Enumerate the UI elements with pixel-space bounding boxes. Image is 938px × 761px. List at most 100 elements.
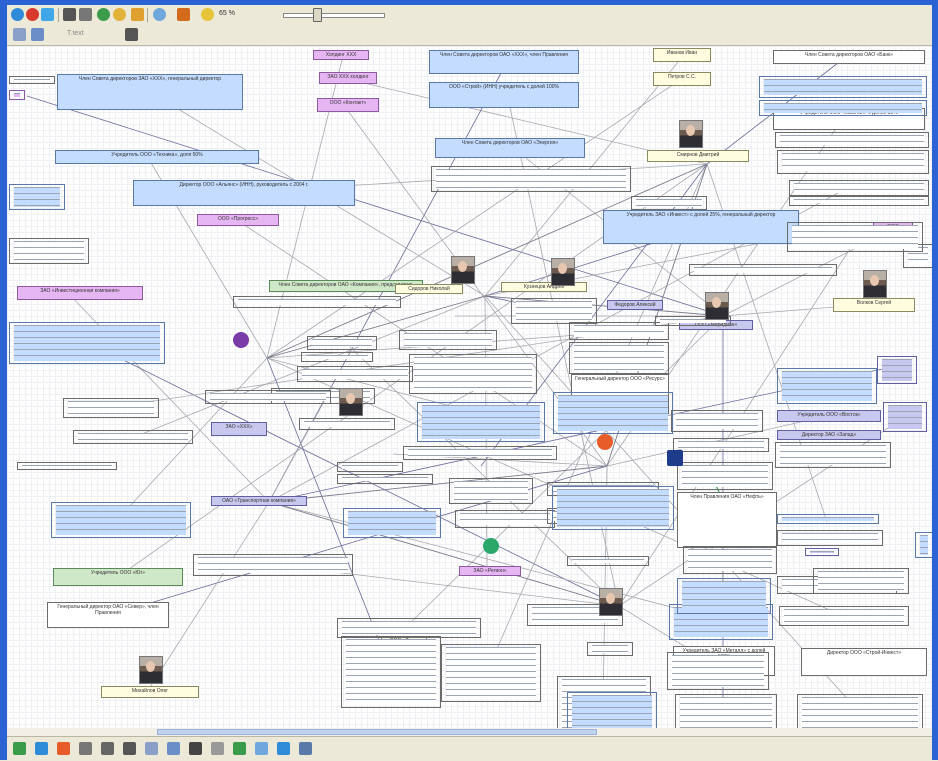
graph-node[interactable] — [441, 644, 541, 702]
refresh-icon[interactable] — [153, 8, 166, 21]
node-top-yellow-1[interactable]: Иванов Иван — [653, 48, 711, 62]
graph-node[interactable] — [299, 418, 395, 430]
node-bottom-white-1[interactable]: Генеральный директор ОАО «Север», член П… — [47, 602, 169, 628]
close-icon[interactable] — [26, 8, 39, 21]
graph-node[interactable] — [789, 180, 929, 196]
node-left-lav-1[interactable]: ЗАО «ХХХ» — [211, 422, 267, 436]
node-right-yellow-1[interactable]: Смирнов Дмитрий — [647, 150, 749, 162]
graph-node[interactable] — [567, 556, 649, 566]
add-link-icon[interactable] — [35, 742, 48, 755]
company-logo-icon[interactable] — [597, 434, 613, 450]
binoculars-icon[interactable] — [63, 8, 76, 21]
graph-node[interactable] — [671, 410, 763, 432]
grid-icon[interactable] — [211, 742, 224, 755]
graph-node[interactable] — [337, 618, 481, 638]
graph-node[interactable] — [569, 322, 669, 340]
zoom-level[interactable]: 65 % — [219, 10, 235, 17]
graph-node[interactable] — [17, 462, 117, 470]
graph-node[interactable] — [915, 532, 932, 558]
person-photo[interactable] — [451, 256, 475, 284]
globe-icon[interactable] — [97, 8, 110, 21]
person-photo[interactable] — [551, 258, 575, 286]
graph-node[interactable] — [789, 196, 929, 206]
node-right-lav-1[interactable]: Учредитель ООО «Восток» — [777, 410, 881, 422]
graph-node[interactable] — [233, 296, 401, 308]
graph-node[interactable] — [775, 442, 891, 468]
graph-node[interactable] — [51, 502, 191, 538]
node-top-purple-3[interactable]: ООО «Контакт» — [317, 98, 379, 112]
layout-icon[interactable] — [13, 28, 26, 41]
person-photo[interactable] — [705, 292, 729, 320]
node-left-blue-2[interactable]: Учредитель ООО «Техника», доля 50% — [55, 150, 259, 164]
person-photo[interactable] — [679, 120, 703, 148]
tree-icon[interactable] — [31, 28, 44, 41]
magnify-icon[interactable] — [79, 8, 92, 21]
graph-node[interactable] — [193, 554, 353, 576]
node-top-blue-3[interactable]: Член Совета директоров ОАО «Энергия» — [435, 138, 585, 158]
graph-node[interactable] — [677, 578, 771, 614]
node-left-blue-1[interactable]: Член Совета директоров ЗАО «ХХХ», генера… — [57, 74, 243, 110]
person-photo[interactable] — [139, 656, 163, 684]
graph-node[interactable] — [787, 222, 923, 252]
graph-node[interactable] — [569, 342, 669, 374]
graph-node[interactable] — [587, 642, 633, 656]
graph-node[interactable] — [307, 336, 377, 350]
graph-node[interactable] — [449, 478, 533, 504]
graph-node[interactable] — [553, 392, 673, 434]
graph-node[interactable] — [417, 402, 545, 442]
graph-node[interactable] — [667, 652, 769, 690]
node-bottom-yellow-1[interactable]: Михайлов Олег — [101, 686, 199, 698]
node-left-lav-2[interactable]: ОАО «Транспортная компания» — [211, 496, 307, 506]
graph-node[interactable] — [777, 150, 929, 174]
graph-node[interactable] — [301, 352, 373, 362]
graph-node[interactable] — [205, 390, 331, 404]
node-center-blue-1[interactable]: Директор ООО «Альянс» (ИНН), руководител… — [133, 180, 355, 206]
add-node-icon[interactable] — [13, 742, 26, 755]
tree-icon[interactable] — [277, 742, 290, 755]
table-icon[interactable] — [123, 742, 136, 755]
graph-node[interactable] — [431, 166, 631, 192]
hierarchy-icon[interactable] — [125, 28, 138, 41]
node-right-yellow-2[interactable]: Волков Сергей — [833, 298, 915, 312]
graph-node[interactable] — [341, 636, 441, 708]
graph-node[interactable] — [631, 196, 707, 210]
gear-icon[interactable] — [131, 8, 144, 21]
node-center-yellow-1[interactable]: Сидоров Николай — [395, 284, 463, 294]
graph-node[interactable] — [777, 514, 879, 524]
star-icon[interactable] — [113, 8, 126, 21]
node-right-white-1[interactable]: Член Совета директоров ОАО «Банк» — [773, 50, 925, 64]
graph-node[interactable] — [63, 398, 159, 418]
zoom-icon[interactable] — [201, 8, 214, 21]
node-center-lav-2[interactable]: Федоров Алексей — [607, 300, 663, 310]
graph-node[interactable] — [689, 264, 837, 276]
graph-node[interactable] — [455, 510, 555, 528]
horizontal-scrollbar[interactable] — [7, 728, 932, 736]
person-photo[interactable] — [339, 388, 363, 416]
text-tool-label[interactable]: Т.text — [67, 30, 84, 37]
graph-node[interactable] — [805, 548, 839, 556]
graph-node[interactable] — [883, 402, 927, 432]
layout-icon[interactable] — [299, 742, 312, 755]
node-right-lav-2[interactable]: Директор ЗАО «Запад» — [777, 430, 881, 440]
company-logo-icon[interactable] — [483, 538, 499, 554]
chart-icon[interactable] — [145, 742, 158, 755]
graph-node[interactable] — [759, 100, 927, 116]
open-icon[interactable] — [11, 8, 24, 21]
graph-node[interactable] — [9, 76, 55, 84]
graph-node[interactable] — [409, 354, 537, 394]
node-center-purple-1[interactable]: ООО «Прогресс» — [197, 214, 279, 226]
graph-node[interactable] — [877, 356, 917, 384]
node-mid-white-4[interactable]: Директор ООО «Строй-Инвест» — [801, 648, 927, 676]
node-mid-white-2[interactable]: Член Правления ОАО «Нефть» — [677, 492, 777, 548]
copy-icon[interactable] — [79, 742, 92, 755]
graph-node[interactable] — [9, 322, 165, 364]
graph-node[interactable] — [777, 368, 877, 404]
graph-node[interactable] — [399, 330, 497, 350]
graph-node[interactable] — [337, 474, 433, 484]
node-right-blue-1[interactable]: Учредитель ЗАО «Инвест» с долей 25%, ген… — [603, 210, 799, 244]
new-icon[interactable] — [41, 8, 54, 21]
node-top-blue-2[interactable]: ООО «Строй» (ИНН) учредитель с долей 100… — [429, 82, 579, 108]
wand-icon[interactable] — [57, 742, 70, 755]
graph-node[interactable] — [9, 90, 25, 100]
zoom-in-icon[interactable] — [255, 742, 268, 755]
